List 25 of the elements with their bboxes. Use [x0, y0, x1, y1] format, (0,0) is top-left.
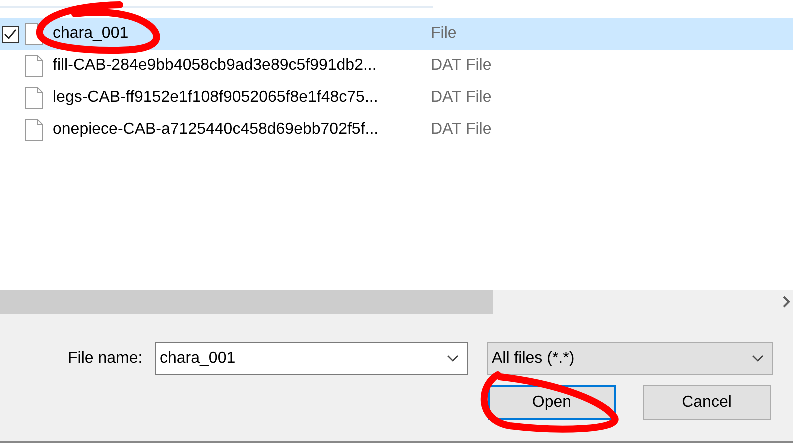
file-type: DAT File [431, 121, 492, 139]
file-row[interactable]: legs-CAB-ff9152e1f108f9052065f8e1f48c75... DAT File [0, 82, 793, 114]
file-icon [25, 55, 43, 77]
file-row[interactable]: chara_001 File [0, 18, 793, 50]
file-name: chara_001 [53, 25, 130, 43]
scroll-right-icon[interactable] [783, 296, 791, 308]
file-name: onepiece-CAB-a7125440c458d69ebb702f5f... [53, 121, 380, 139]
file-name: fill-CAB-284e9bb4058cb9ad3e89c5f991db2... [53, 57, 378, 75]
file-icon [25, 87, 43, 109]
file-type: DAT File [431, 89, 492, 107]
file-name-label: File name: [68, 350, 144, 368]
file-name: legs-CAB-ff9152e1f108f9052065f8e1f48c75... [53, 89, 380, 107]
file-type: File [431, 25, 457, 43]
checkbox[interactable] [2, 26, 19, 42]
file-type-dropdown[interactable]: All files (*.*) [487, 342, 773, 375]
file-name-field[interactable]: chara_001 [155, 342, 468, 375]
horizontal-scrollbar[interactable] [0, 290, 793, 314]
scrollbar-thumb[interactable] [0, 290, 493, 314]
dropdown-caret-icon [447, 354, 459, 362]
dropdown-caret-icon [752, 354, 764, 362]
file-row[interactable]: fill-CAB-284e9bb4058cb9ad3e89c5f991db2... DAT File [0, 50, 793, 82]
file-icon [25, 119, 43, 141]
file-type: DAT File [431, 57, 492, 75]
file-row[interactable]: onepiece-CAB-a7125440c458d69ebb702f5f... DAT File [0, 114, 793, 146]
cancel-button[interactable]: Cancel [643, 385, 771, 420]
